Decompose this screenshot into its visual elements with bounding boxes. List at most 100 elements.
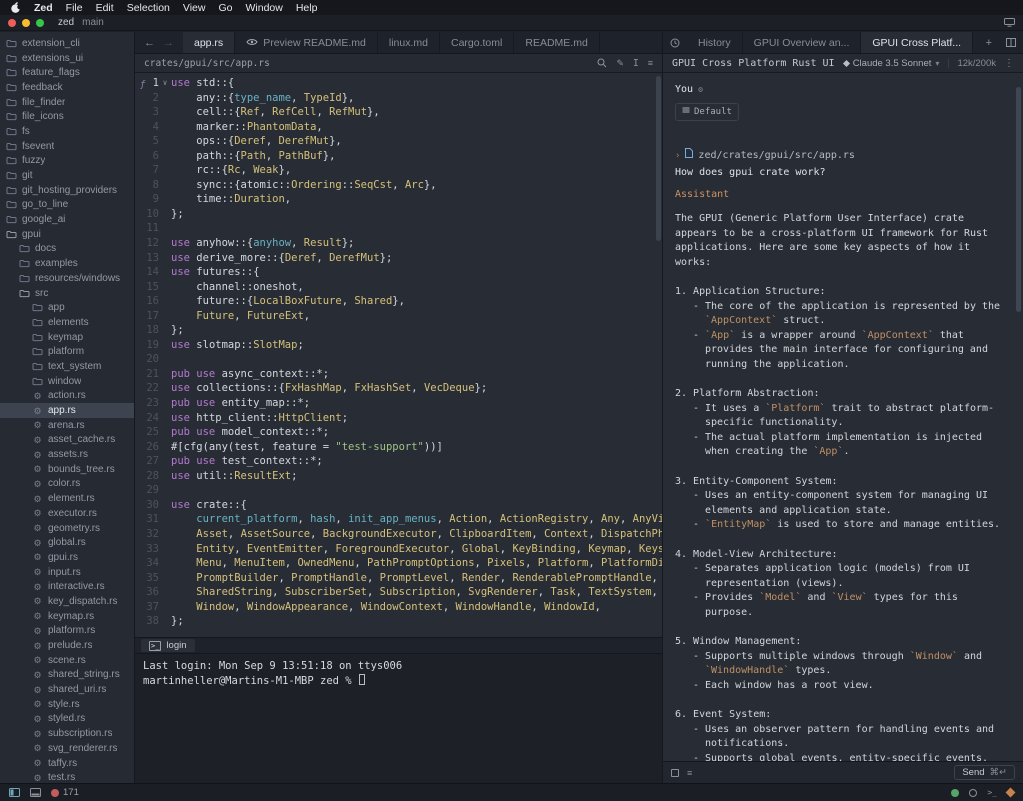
navigate-forward-icon[interactable]: → <box>163 37 174 49</box>
file-tree-item-asset_cache.rs[interactable]: ⚙asset_cache.rs <box>0 433 134 448</box>
assistant-tab-GPUI Overview an...[interactable]: GPUI Overview an... <box>743 32 862 53</box>
file-tree-item-shared_uri.rs[interactable]: ⚙shared_uri.rs <box>0 682 134 697</box>
terminal-output[interactable]: Last login: Mon Sep 9 13:51:18 on ttys00… <box>135 654 662 783</box>
project-panel-toggle-icon[interactable] <box>9 788 20 797</box>
cursor-position-icon[interactable]: I <box>633 58 639 69</box>
close-window-button[interactable] <box>8 19 16 27</box>
file-tree-item-assets.rs[interactable]: ⚙assets.rs <box>0 447 134 462</box>
code-line-15[interactable]: 15 channel::oneshot, <box>135 280 662 295</box>
code-line-27[interactable]: 27pub use test_context::*; <box>135 454 662 469</box>
copilot-icon[interactable] <box>969 789 977 797</box>
code-line-6[interactable]: 6 path::{Path, PathBuf}, <box>135 149 662 164</box>
new-context-icon[interactable]: + <box>979 32 999 53</box>
conversation-title[interactable]: GPUI Cross Platform Rust UI Framework <box>672 58 838 69</box>
menu-help[interactable]: Help <box>296 2 318 14</box>
code-line-19[interactable]: 19use slotmap::SlotMap; <box>135 338 662 353</box>
file-tree-item-arena.rs[interactable]: ⚙arena.rs <box>0 418 134 433</box>
code-line-36[interactable]: 36 SharedString, SubscriberSet, Subscrip… <box>135 585 662 600</box>
folder-tree-item-elements[interactable]: elements <box>0 315 134 330</box>
code-line-24[interactable]: 24use http_client::HttpClient; <box>135 411 662 426</box>
code-line-4[interactable]: 4 marker::PhantomData, <box>135 120 662 135</box>
code-line-23[interactable]: 23pub use entity_map::*; <box>135 396 662 411</box>
code-line-20[interactable]: 20 <box>135 352 662 367</box>
bottom-panel-toggle-icon[interactable] <box>30 788 41 797</box>
folder-tree-item-text_system[interactable]: text_system <box>0 359 134 374</box>
folder-tree-item-examples[interactable]: examples <box>0 256 134 271</box>
fold-chevron-icon[interactable]: ∨ <box>159 76 171 91</box>
folder-tree-item-feature_flags[interactable]: feature_flags <box>0 65 134 80</box>
folder-tree-item-src[interactable]: src <box>0 286 134 301</box>
menu-edit[interactable]: Edit <box>96 2 114 14</box>
code-line-7[interactable]: 7 rc::{Rc, Weak}, <box>135 163 662 178</box>
code-line-2[interactable]: 2 any::{type_name, TypeId}, <box>135 91 662 106</box>
menu-window[interactable]: Window <box>245 2 282 14</box>
file-tree-item-svg_renderer.rs[interactable]: ⚙svg_renderer.rs <box>0 741 134 756</box>
code-line-34[interactable]: 34 Menu, MenuItem, OwnedMenu, PathPrompt… <box>135 556 662 571</box>
more-options-icon[interactable]: ⋮ <box>1004 58 1014 69</box>
file-tree-item-styled.rs[interactable]: ⚙styled.rs <box>0 712 134 727</box>
code-line-18[interactable]: 18}; <box>135 323 662 338</box>
assistant-tab-History[interactable]: History <box>687 32 743 53</box>
code-line-1[interactable]: 1∨use std::{ <box>135 76 662 91</box>
file-tree-item-global.rs[interactable]: ⚙global.rs <box>0 535 134 550</box>
menu-app-name[interactable]: Zed <box>34 2 53 14</box>
file-tree-item-gpui.rs[interactable]: ⚙gpui.rs <box>0 550 134 565</box>
file-tree-item-executor.rs[interactable]: ⚙executor.rs <box>0 506 134 521</box>
send-button[interactable]: Send ⌘↵ <box>954 765 1015 780</box>
file-tree-item-app.rs[interactable]: ⚙app.rs <box>0 403 134 418</box>
breadcrumb[interactable]: crates/gpui/src/app.rs <box>144 58 270 69</box>
file-tree-item-key_dispatch.rs[interactable]: ⚙key_dispatch.rs <box>0 594 134 609</box>
code-line-33[interactable]: 33 Entity, EventEmitter, ForegroundExecu… <box>135 542 662 557</box>
folder-tree-item-fsevent[interactable]: fsevent <box>0 139 134 154</box>
folder-tree-item-platform[interactable]: platform <box>0 344 134 359</box>
folder-tree-item-git_hosting_providers[interactable]: git_hosting_providers <box>0 183 134 198</box>
file-tree-item-subscription.rs[interactable]: ⚙subscription.rs <box>0 726 134 741</box>
folder-tree-item-extension_cli[interactable]: extension_cli <box>0 36 134 51</box>
folder-tree-item-gpui[interactable]: gpui <box>0 227 134 242</box>
code-line-22[interactable]: 22use collections::{FxHashMap, FxHashSet… <box>135 381 662 396</box>
menu-view[interactable]: View <box>183 2 206 14</box>
file-tree-item-prelude.rs[interactable]: ⚙prelude.rs <box>0 638 134 653</box>
code-line-17[interactable]: 17 Future, FutureExt, <box>135 309 662 324</box>
editor-tab-app.rs[interactable]: app.rs <box>183 32 235 53</box>
file-tree-item-color.rs[interactable]: ⚙color.rs <box>0 477 134 492</box>
code-line-38[interactable]: 38}; <box>135 614 662 629</box>
file-tree-item-style.rs[interactable]: ⚙style.rs <box>0 697 134 712</box>
toggle-outline-icon[interactable]: ≡ <box>648 58 653 68</box>
code-line-12[interactable]: 12use anyhow::{anyhow, Result}; <box>135 236 662 251</box>
assistant-toggle-icon[interactable] <box>1007 789 1014 796</box>
editor-tab-Cargo.toml[interactable]: Cargo.toml <box>440 32 514 53</box>
file-tree-item-test.rs[interactable]: ⚙test.rs <box>0 770 134 783</box>
folder-tree-item-google_ai[interactable]: google_ai <box>0 212 134 227</box>
editor-tab-linux.md[interactable]: linux.md <box>378 32 440 53</box>
folder-tree-item-git[interactable]: git <box>0 168 134 183</box>
apple-menu-icon[interactable] <box>10 1 21 14</box>
file-tree-item-bounds_tree.rs[interactable]: ⚙bounds_tree.rs <box>0 462 134 477</box>
project-name[interactable]: zed <box>58 17 74 28</box>
update-available-icon[interactable] <box>951 789 959 797</box>
folder-tree-item-docs[interactable]: docs <box>0 242 134 257</box>
code-line-21[interactable]: 21pub use async_context::*; <box>135 367 662 382</box>
gear-icon[interactable]: ⚙ <box>698 83 703 98</box>
assistant-scrollbar[interactable] <box>1016 87 1021 312</box>
folder-tree-item-fuzzy[interactable]: fuzzy <box>0 154 134 169</box>
file-tree-item-input.rs[interactable]: ⚙input.rs <box>0 565 134 580</box>
menu-file[interactable]: File <box>66 2 83 14</box>
code-line-32[interactable]: 32 Asset, AssetSource, BackgroundExecuto… <box>135 527 662 542</box>
quote-selection-icon[interactable]: ≡ <box>687 768 692 778</box>
model-selector[interactable]: Claude 3.5 Sonnet ▾ <box>844 58 940 69</box>
file-tree-item-interactive.rs[interactable]: ⚙interactive.rs <box>0 579 134 594</box>
code-line-28[interactable]: 28use util::ResultExt; <box>135 469 662 484</box>
profile-chip[interactable]: Default <box>675 103 739 122</box>
context-file-row[interactable]: › zed/crates/gpui/src/app.rs <box>675 148 1009 164</box>
terminal-tab[interactable]: >_ login <box>141 639 195 652</box>
code-line-30[interactable]: 30use crate::{ <box>135 498 662 513</box>
folder-tree-item-app[interactable]: app <box>0 300 134 315</box>
code-line-35[interactable]: 35 PromptBuilder, PromptHandle, PromptLe… <box>135 571 662 586</box>
file-tree-item-platform.rs[interactable]: ⚙platform.rs <box>0 624 134 639</box>
code-line-10[interactable]: 10}; <box>135 207 662 222</box>
terminal-toggle-icon[interactable]: >_ <box>987 788 997 797</box>
buffer-search-icon[interactable] <box>597 58 607 68</box>
code-line-3[interactable]: 3 cell::{Ref, RefCell, RefMut}, <box>135 105 662 120</box>
inline-assist-icon[interactable]: ✎ <box>616 58 624 69</box>
